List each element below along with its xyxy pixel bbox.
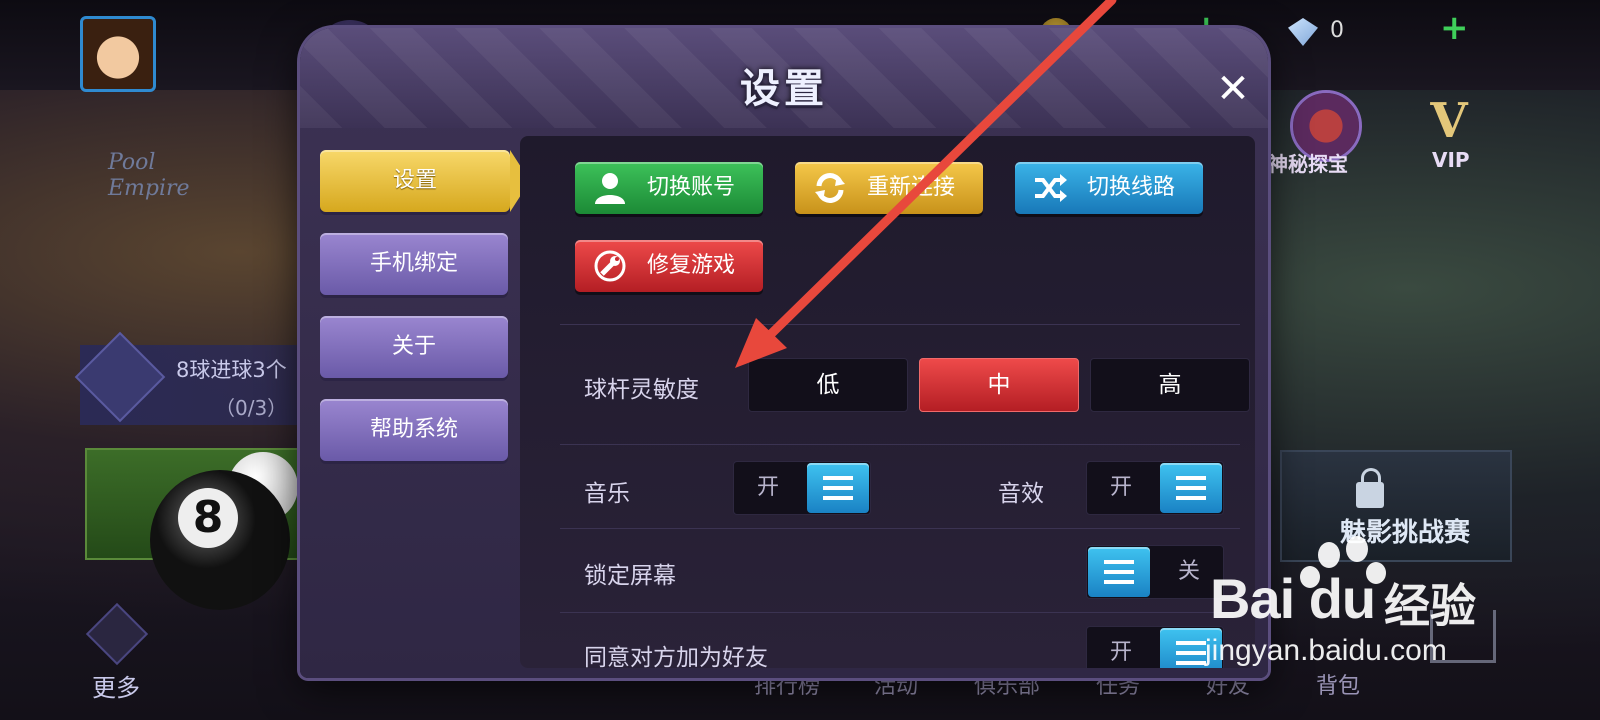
- tab-settings[interactable]: 设置: [320, 150, 530, 212]
- eight-ball-number: 8: [178, 488, 238, 548]
- accept-friend-label: 同意对方加为好友: [584, 645, 768, 668]
- diamond-count: 0: [1330, 18, 1344, 43]
- repair-game-button[interactable]: 修复游戏: [575, 240, 763, 292]
- lock-screen-label: 锁定屏幕: [584, 563, 676, 589]
- close-icon[interactable]: ✕: [1212, 68, 1254, 110]
- accept-friend-toggle-state: 开: [1109, 640, 1132, 665]
- refresh-icon: [813, 172, 847, 204]
- settings-dialog: 设置 ✕ 设置 手机绑定 关于 帮助系统 切换账号 重新连接 切换线路 修复游戏…: [300, 28, 1268, 678]
- pool-empire-sign: Pool Empire: [108, 150, 190, 201]
- switch-account-label: 切换账号: [647, 175, 736, 200]
- lock-icon: [1356, 468, 1384, 508]
- divider: [560, 528, 1240, 529]
- toggle-knob-icon: [1160, 463, 1222, 513]
- switch-route-label: 切换线路: [1087, 175, 1176, 200]
- sound-effects-label: 音效: [998, 481, 1044, 507]
- divider: [560, 444, 1240, 445]
- wrench-icon: [593, 250, 627, 282]
- watermark-brand: Bai du: [1210, 567, 1376, 630]
- cue-sensitivity-label: 球杆灵敏度: [584, 377, 699, 403]
- watermark-brand-cn: 经验: [1384, 579, 1476, 633]
- divider: [560, 324, 1240, 325]
- nav-bag[interactable]: 背包: [1316, 668, 1360, 700]
- add-diamonds-button[interactable]: +: [1440, 8, 1469, 48]
- tab-about[interactable]: 关于: [320, 316, 508, 378]
- task-progress: （0/3）: [215, 396, 288, 420]
- music-label: 音乐: [584, 481, 630, 507]
- switch-account-button[interactable]: 切换账号: [575, 162, 763, 214]
- toggle-knob-icon: [807, 463, 869, 513]
- reconnect-label: 重新连接: [867, 175, 956, 200]
- eight-ball-icon: 8: [150, 470, 290, 610]
- tab-help[interactable]: 帮助系统: [320, 399, 508, 461]
- music-toggle[interactable]: 开: [733, 461, 871, 515]
- accept-friend-toggle[interactable]: 开: [1086, 626, 1224, 668]
- shuffle-icon: [1033, 172, 1067, 204]
- divider: [560, 612, 1240, 613]
- sensitivity-medium-option[interactable]: 中: [919, 358, 1079, 412]
- dialog-title: 设置: [740, 66, 828, 112]
- tab-phone-binding[interactable]: 手机绑定: [320, 233, 508, 295]
- sensitivity-low-option[interactable]: 低: [748, 358, 908, 412]
- music-toggle-state: 开: [756, 475, 779, 500]
- vip-label: VIP: [1432, 148, 1470, 172]
- more-label: 更多: [92, 674, 140, 702]
- user-icon: [593, 172, 627, 204]
- task-text: 8球进球3个: [176, 358, 287, 382]
- switch-route-button[interactable]: 切换线路: [1015, 162, 1203, 214]
- player-avatar[interactable]: [80, 16, 156, 92]
- sound-effects-toggle-state: 开: [1109, 475, 1132, 500]
- watermark-url: jingyan.baidu.com: [1205, 634, 1447, 667]
- toggle-knob-icon: [1088, 547, 1150, 597]
- settings-panel: 切换账号 重新连接 切换线路 修复游戏 球杆灵敏度 低 中 高 音乐 开 音效 …: [520, 136, 1255, 668]
- repair-game-label: 修复游戏: [647, 253, 736, 278]
- lock-screen-toggle[interactable]: 关: [1086, 545, 1224, 599]
- sensitivity-high-option[interactable]: 高: [1090, 358, 1250, 412]
- sound-effects-toggle[interactable]: 开: [1086, 461, 1224, 515]
- reconnect-button[interactable]: 重新连接: [795, 162, 983, 214]
- treasure-label: 神秘探宝: [1268, 152, 1348, 176]
- vip-icon[interactable]: V: [1420, 92, 1478, 150]
